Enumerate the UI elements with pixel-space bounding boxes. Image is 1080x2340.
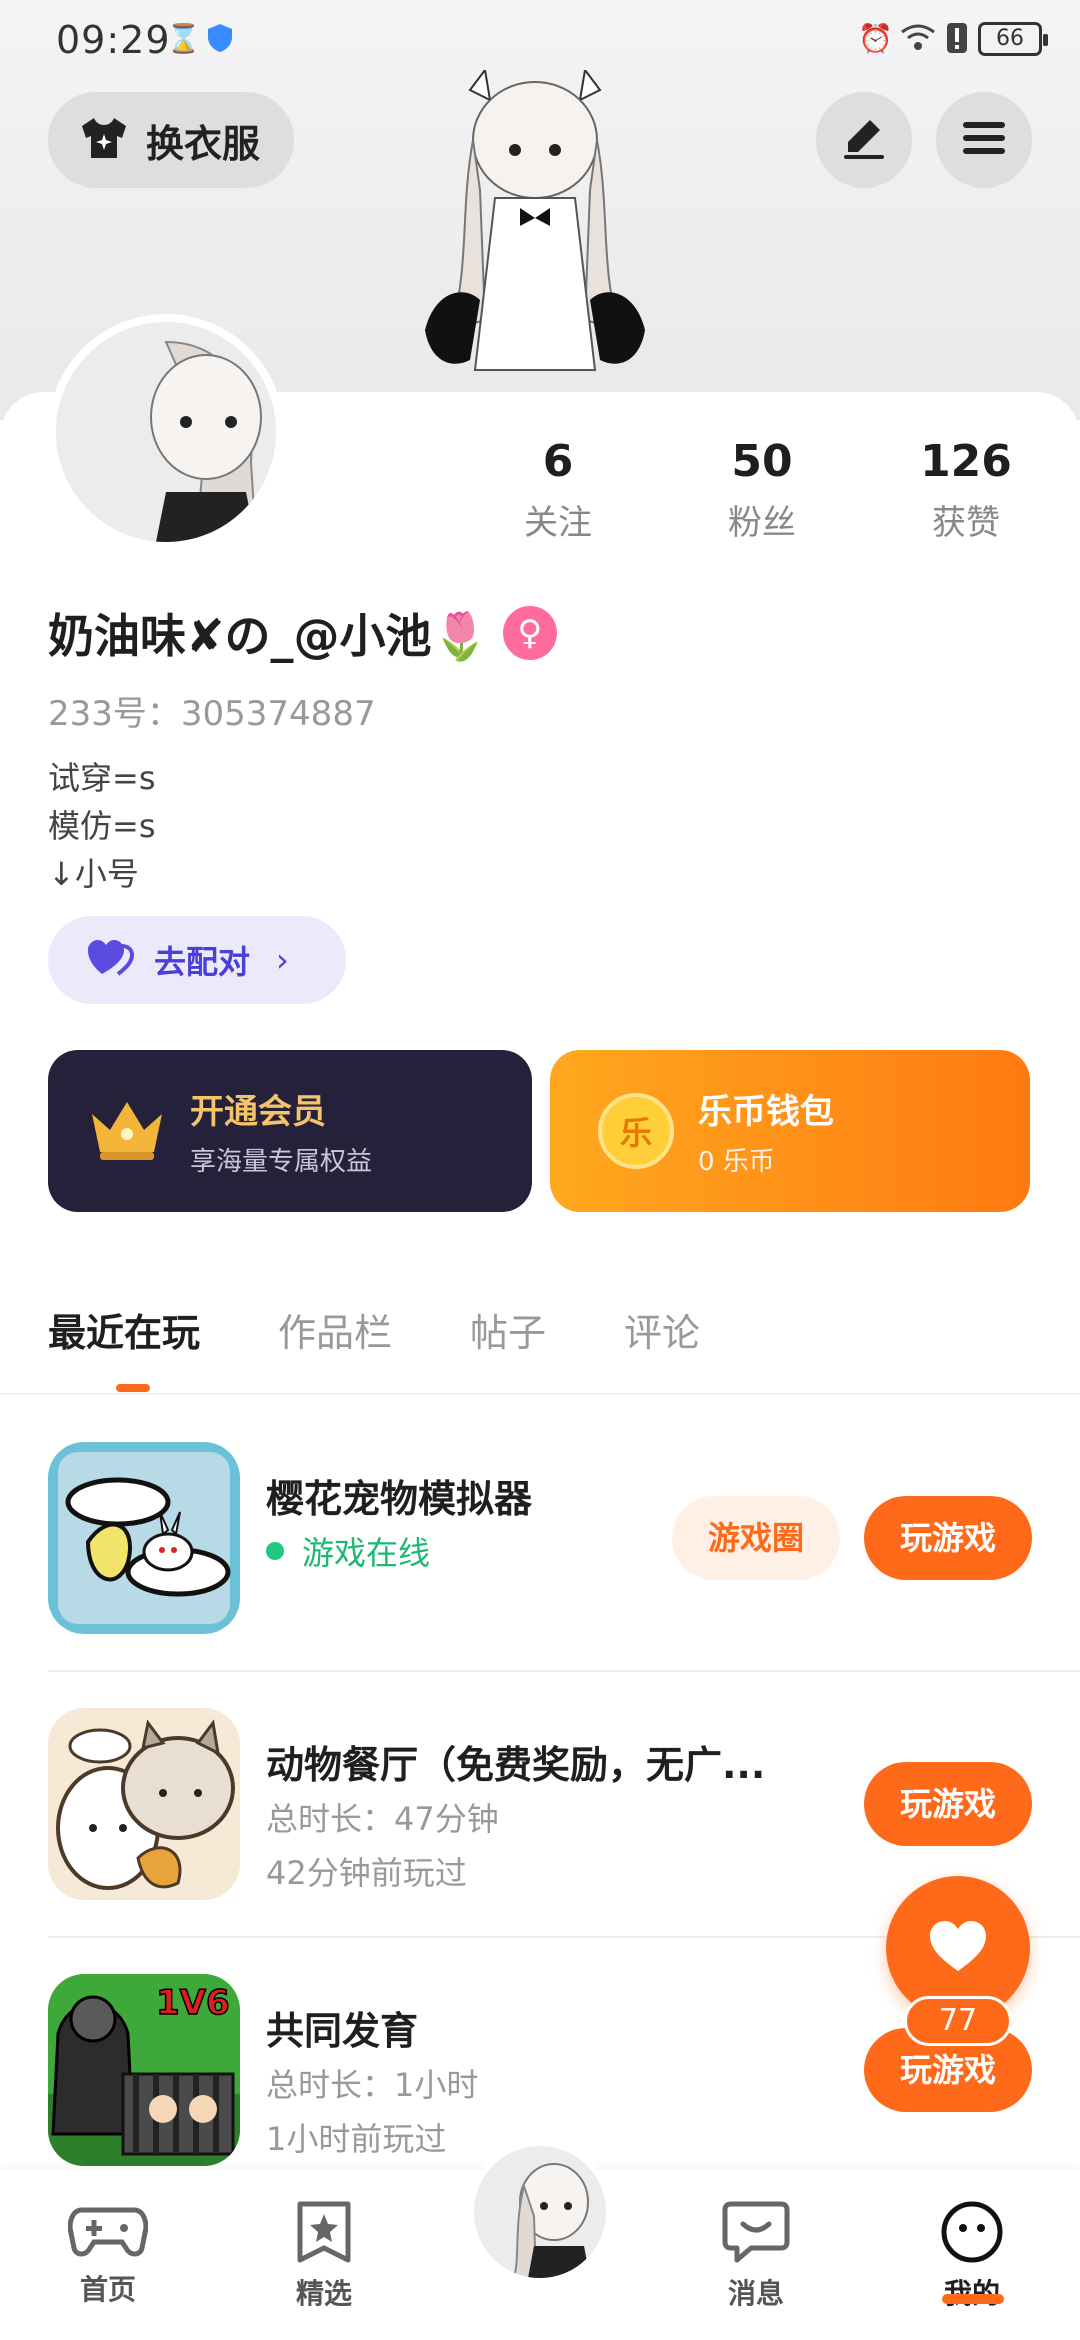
wifi-icon bbox=[900, 22, 936, 56]
wallet-title: 乐币钱包 bbox=[698, 1092, 834, 1132]
alarm-icon: ⏰ bbox=[858, 22, 893, 55]
user-id: 233号：305374887 bbox=[48, 694, 376, 734]
vip-membership-card[interactable]: 开通会员 享海量专属权益 bbox=[48, 1050, 532, 1212]
hourglass-icon: ⌛ bbox=[166, 22, 201, 55]
chat-bubble-icon bbox=[721, 2201, 791, 2268]
game-title: 共同发育 bbox=[266, 2009, 419, 2053]
list-item[interactable]: 樱花宠物模拟器 游戏在线 游戏圈 玩游戏 bbox=[48, 1442, 1048, 1634]
smiley-face-icon bbox=[940, 2201, 1004, 2268]
nav-featured[interactable]: 精选 bbox=[264, 2200, 384, 2312]
tab-works[interactable]: 作品栏 bbox=[278, 1302, 392, 1357]
stat-followers[interactable]: 50 粉丝 bbox=[682, 436, 842, 544]
nav-messages-label: 消息 bbox=[727, 2277, 784, 2310]
gender-female-icon: ♀ bbox=[502, 606, 557, 660]
chevron-right-icon: › bbox=[276, 941, 289, 979]
online-status-text: 游戏在线 bbox=[302, 1534, 431, 1572]
double-heart-icon bbox=[86, 938, 136, 982]
like-count-badge: 77 bbox=[904, 1996, 1012, 2046]
crown-icon bbox=[88, 1096, 166, 1166]
edit-profile-button[interactable] bbox=[816, 92, 912, 188]
stat-following[interactable]: 6 关注 bbox=[478, 436, 638, 544]
battery-indicator: 66 bbox=[978, 22, 1048, 56]
vip-subtitle: 享海量专属权益 bbox=[190, 1147, 373, 1177]
game-playtime: 总时长：47分钟 bbox=[266, 1800, 499, 1838]
stat-following-value: 6 bbox=[542, 436, 574, 487]
stat-likes-value: 126 bbox=[920, 436, 1012, 487]
tabs-divider bbox=[0, 1393, 1080, 1395]
coin-wallet-card[interactable]: 乐 乐币钱包 0 乐币 bbox=[550, 1050, 1030, 1212]
game-playtime: 总时长：1小时 bbox=[266, 2066, 479, 2104]
online-status: 游戏在线 bbox=[266, 1528, 430, 1574]
list-item[interactable]: 1V6 共同发育 总时长：1小时 1小时前玩过 玩游戏 bbox=[48, 1974, 1048, 2166]
profile-name: 奶油味✘の_@小池🌷 bbox=[48, 609, 489, 663]
tab-comments[interactable]: 评论 bbox=[624, 1302, 700, 1357]
game-title: 动物餐厅（免费奖励，无广... bbox=[266, 1743, 766, 1787]
profile-bio: 试穿=s 模仿=s ↓小号 bbox=[48, 754, 156, 898]
row-divider bbox=[48, 1670, 1080, 1672]
game-last-played: 1小时前玩过 bbox=[266, 2120, 447, 2158]
change-outfit-label: 换衣服 bbox=[146, 121, 261, 166]
nav-avatar-center-button[interactable] bbox=[468, 2140, 612, 2284]
active-nav-underline bbox=[942, 2294, 1004, 2304]
nav-home-label: 首页 bbox=[79, 2273, 136, 2306]
stat-followers-value: 50 bbox=[731, 436, 793, 487]
status-time: 09:29 bbox=[56, 18, 171, 62]
stat-followers-label: 粉丝 bbox=[728, 503, 796, 543]
game-thumbnail bbox=[48, 1442, 240, 1634]
menu-button[interactable] bbox=[936, 92, 1032, 188]
tab-posts[interactable]: 帖子 bbox=[470, 1302, 546, 1357]
shirt-icon bbox=[78, 116, 130, 164]
avatar[interactable] bbox=[48, 314, 284, 550]
heart-icon bbox=[928, 1919, 988, 1977]
go-match-button[interactable]: 去配对 › bbox=[48, 916, 346, 1004]
game-thumbnail: 1V6 bbox=[48, 1974, 240, 2166]
game-badge-text: 1V6 bbox=[156, 1983, 230, 2023]
profile-tabs: 最近在玩 作品栏 帖子 评论 bbox=[48, 1302, 778, 1357]
menu-icon bbox=[961, 118, 1007, 162]
nav-messages[interactable]: 消息 bbox=[696, 2200, 816, 2312]
nav-home[interactable]: 首页 bbox=[48, 2200, 168, 2308]
status-bar: 09:29 ⌛ ⏰ 66 bbox=[0, 0, 1080, 80]
shield-icon bbox=[206, 22, 234, 56]
notification-icon bbox=[946, 22, 968, 56]
change-outfit-button[interactable]: 换衣服 bbox=[48, 92, 294, 188]
gamepad-icon bbox=[67, 2207, 149, 2264]
coin-icon: 乐 bbox=[598, 1093, 674, 1169]
vip-title: 开通会员 bbox=[190, 1092, 326, 1132]
go-match-label: 去配对 bbox=[154, 943, 251, 981]
stat-likes[interactable]: 126 获赞 bbox=[886, 436, 1046, 544]
online-dot-icon bbox=[266, 1542, 284, 1560]
play-game-button[interactable]: 玩游戏 bbox=[864, 1496, 1032, 1580]
stat-likes-label: 获赞 bbox=[932, 503, 1000, 543]
profile-name-row: 奶油味✘の_@小池🌷 ♀ bbox=[48, 600, 557, 666]
bio-line: 模仿=s bbox=[48, 807, 156, 845]
game-thumbnail bbox=[48, 1708, 240, 1900]
active-tab-indicator bbox=[116, 1384, 150, 1392]
bio-line: 试穿=s bbox=[48, 759, 156, 797]
wallet-subtitle: 0 乐币 bbox=[698, 1147, 775, 1177]
edit-pen-icon bbox=[840, 116, 888, 164]
nav-mine-label: 我的 bbox=[912, 2272, 1032, 2312]
play-game-button[interactable]: 玩游戏 bbox=[864, 1762, 1032, 1846]
stat-following-label: 关注 bbox=[524, 503, 592, 543]
bio-line: ↓小号 bbox=[48, 855, 139, 893]
nav-featured-label: 精选 bbox=[295, 2277, 352, 2310]
avatar-character-illustration bbox=[410, 67, 660, 400]
list-item[interactable]: 动物餐厅（免费奖励，无广... 总时长：47分钟 42分钟前玩过 玩游戏 bbox=[48, 1708, 1048, 1900]
game-circle-button[interactable]: 游戏圈 bbox=[672, 1496, 840, 1580]
game-last-played: 42分钟前玩过 bbox=[266, 1854, 467, 1892]
tab-recent-play[interactable]: 最近在玩 bbox=[48, 1302, 200, 1357]
star-badge-icon bbox=[294, 2201, 354, 2268]
